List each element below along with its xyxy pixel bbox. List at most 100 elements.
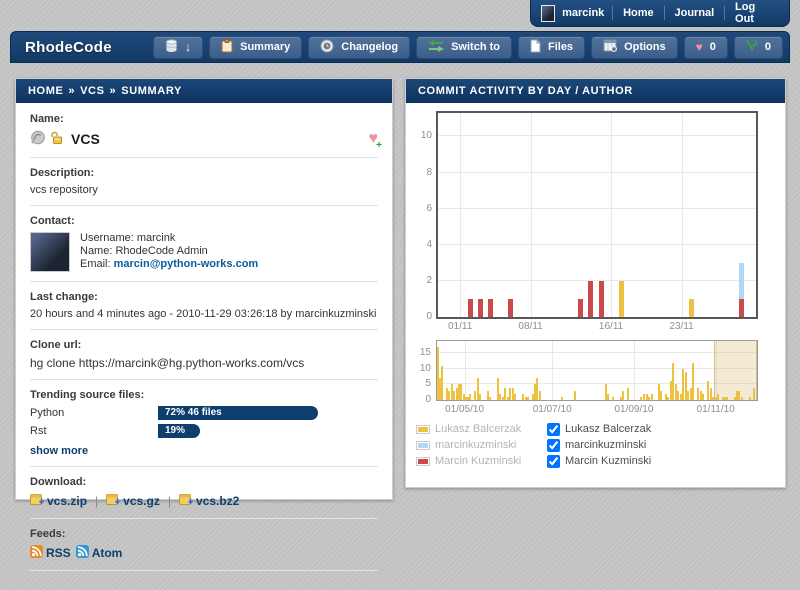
grid-line bbox=[611, 113, 612, 317]
repo-switcher-button[interactable]: ↓ bbox=[153, 36, 203, 59]
grid-line bbox=[531, 113, 532, 317]
divider bbox=[30, 518, 378, 519]
breadcrumb-home-link[interactable]: HOME bbox=[28, 85, 63, 97]
clone-url-field-label: Clone url: bbox=[30, 339, 378, 351]
commit-activity-panel: COMMIT ACTIVITY BY DAY / AUTHOR 02468100… bbox=[405, 78, 786, 488]
commit-bar bbox=[536, 378, 538, 400]
commit-bar bbox=[468, 299, 473, 317]
divider bbox=[30, 205, 378, 206]
commit-bar bbox=[561, 397, 563, 400]
divider bbox=[30, 329, 378, 330]
tab-files[interactable]: Files bbox=[518, 36, 585, 59]
commit-bar bbox=[539, 391, 541, 400]
description-field-label: Description: bbox=[30, 167, 378, 179]
y-axis-tick-label: 8 bbox=[426, 167, 432, 178]
journal-link[interactable]: Journal bbox=[664, 7, 724, 19]
grid-line bbox=[438, 208, 756, 209]
tab-summary[interactable]: Summary bbox=[209, 36, 302, 59]
summary-panel: HOME » VCS » SUMMARY Name: VCS ♥ + Descr… bbox=[15, 78, 393, 500]
x-axis-tick-label: 16/11 bbox=[599, 321, 623, 332]
commit-bar bbox=[508, 299, 513, 317]
home-link[interactable]: Home bbox=[613, 7, 664, 19]
commit-bar bbox=[527, 397, 529, 400]
download-zip-link[interactable]: vcs.zip bbox=[30, 493, 87, 509]
clone-url-value[interactable]: hg clone https://marcink@hg.python-works… bbox=[30, 356, 378, 370]
commit-bar bbox=[687, 391, 689, 400]
y-axis-tick-label: 0 bbox=[426, 311, 432, 322]
author-filter-checkbox[interactable] bbox=[547, 455, 560, 468]
x-axis-tick-label: 01/11 bbox=[448, 321, 472, 332]
grid-line bbox=[437, 368, 757, 369]
x-axis-tick-label: 08/11 bbox=[518, 321, 542, 332]
tab-options[interactable]: Options bbox=[591, 36, 678, 59]
commit-bar bbox=[578, 299, 583, 317]
commit-bar bbox=[588, 281, 593, 317]
repo-description: vcs repository bbox=[30, 184, 378, 196]
commit-bar bbox=[658, 384, 660, 400]
download-gz-link[interactable]: vcs.gz bbox=[106, 493, 160, 509]
followers-counter[interactable]: ♥ 0 bbox=[684, 36, 728, 59]
y-axis-tick-label: 10 bbox=[421, 130, 432, 141]
dropdown-arrow-icon: ↓ bbox=[185, 41, 191, 53]
forks-counter[interactable]: 0 bbox=[734, 36, 783, 59]
commit-bar bbox=[739, 263, 744, 299]
user-bar: marcink Home Journal Log Out bbox=[530, 0, 790, 27]
tab-changelog[interactable]: Changelog bbox=[308, 36, 410, 59]
divider bbox=[30, 570, 378, 571]
tab-options-label: Options bbox=[624, 41, 666, 53]
app-brand: RhodeCode bbox=[25, 39, 112, 56]
forks-count: 0 bbox=[765, 41, 771, 53]
contact-field-label: Contact: bbox=[30, 215, 378, 227]
follow-button[interactable]: ♥ + bbox=[369, 130, 379, 148]
logout-link[interactable]: Log Out bbox=[725, 1, 779, 25]
commit-activity-overview-chart[interactable]: 05101501/05/1001/07/1001/09/1001/11/10 bbox=[436, 340, 758, 401]
mercurial-icon bbox=[30, 130, 45, 148]
y-axis-tick-label: 15 bbox=[420, 347, 431, 358]
trending-bar: 72% 46 files bbox=[158, 406, 318, 420]
legend-series-name: marcinkuzminski bbox=[435, 439, 543, 451]
show-more-link[interactable]: show more bbox=[30, 445, 88, 457]
grid-line bbox=[682, 113, 683, 317]
tab-changelog-label: Changelog bbox=[341, 41, 398, 53]
x-axis-tick-label: 23/11 bbox=[669, 321, 693, 332]
commit-bar bbox=[522, 394, 524, 400]
link-separator: | bbox=[168, 494, 171, 508]
repo-name: VCS bbox=[71, 131, 100, 147]
commit-bar bbox=[467, 397, 469, 400]
file-icon bbox=[530, 39, 541, 56]
commit-bar bbox=[607, 394, 609, 400]
tab-files-label: Files bbox=[548, 41, 573, 53]
download-bz2-link[interactable]: vcs.bz2 bbox=[179, 493, 239, 509]
commit-bar bbox=[514, 394, 516, 400]
legend-color-swatch bbox=[416, 425, 430, 434]
grid-line bbox=[552, 341, 553, 400]
breadcrumb-repo-link[interactable]: VCS bbox=[80, 85, 104, 97]
archive-download-icon bbox=[106, 493, 120, 509]
commit-bar bbox=[448, 391, 450, 400]
commit-bar bbox=[640, 397, 642, 400]
followers-count: 0 bbox=[710, 41, 716, 53]
commit-bar bbox=[478, 299, 483, 317]
atom-feed-link[interactable]: Atom bbox=[76, 545, 123, 561]
rss-feed-link[interactable]: RSS bbox=[30, 545, 71, 561]
tab-switch-to[interactable]: Switch to bbox=[416, 36, 512, 59]
author-filter-checkbox[interactable] bbox=[547, 439, 560, 452]
author-filter-checkbox[interactable] bbox=[547, 423, 560, 436]
contact-email-link[interactable]: marcin@python-works.com bbox=[114, 258, 259, 270]
legend-color-swatch bbox=[416, 441, 430, 450]
commit-bar bbox=[627, 388, 629, 400]
grid-line bbox=[460, 113, 461, 317]
legend-color-swatch bbox=[416, 457, 430, 466]
tab-summary-label: Summary bbox=[240, 41, 290, 53]
user-avatar bbox=[541, 5, 555, 22]
breadcrumb-current: SUMMARY bbox=[121, 85, 182, 97]
overview-selection-region[interactable] bbox=[714, 341, 757, 400]
archive-download-icon bbox=[179, 493, 193, 509]
y-axis-tick-label: 5 bbox=[425, 378, 431, 389]
clock-icon bbox=[320, 39, 334, 56]
contact-username: Username: marcink bbox=[80, 232, 258, 245]
commit-bar bbox=[651, 394, 653, 400]
x-axis-tick-label: 01/11/10 bbox=[697, 404, 735, 415]
clipboard-icon bbox=[221, 39, 233, 56]
y-axis-tick-label: 10 bbox=[420, 363, 431, 374]
